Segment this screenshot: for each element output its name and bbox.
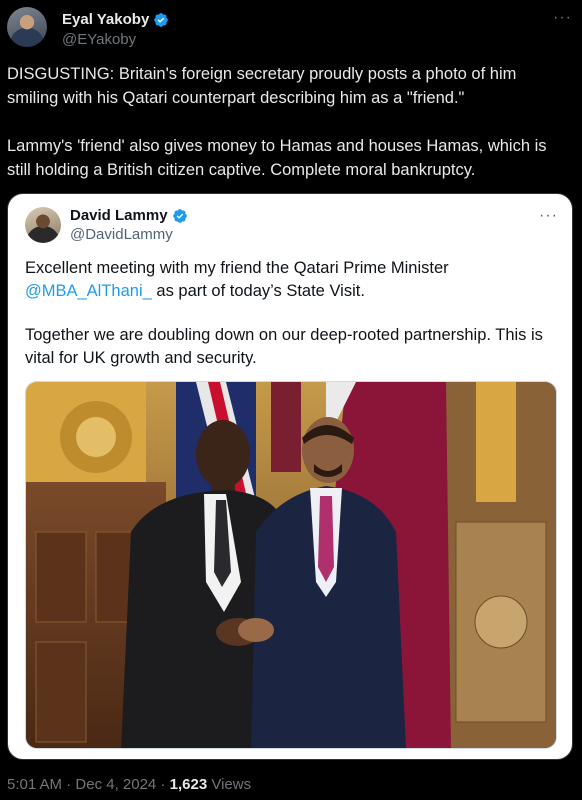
quoted-author-handle[interactable]: @DavidLammy (70, 226, 173, 243)
mention-link[interactable]: @MBA_AlThani_ (25, 282, 152, 300)
author-name[interactable]: Eyal Yakoby (62, 11, 149, 28)
quoted-author-avatar[interactable] (25, 207, 61, 243)
tweet-time[interactable]: 5:01 AM (7, 776, 62, 793)
quoted-author-name[interactable]: David Lammy (70, 207, 168, 224)
quoted-tweet[interactable]: David Lammy @DavidLammy ··· Excellent me… (7, 193, 573, 760)
quoted-line-2-text: as part of today’s State Visit. (151, 281, 365, 300)
views-label: Views (211, 776, 252, 793)
separator: · (160, 776, 166, 793)
verified-badge-icon (172, 208, 187, 223)
quoted-line-2: @MBA_AlThani_ as part of today’s State V… (25, 280, 565, 303)
author-name-row: Eyal Yakoby (62, 11, 169, 28)
views-count: 1,623 (169, 776, 208, 793)
more-horizontal-icon[interactable]: ··· (539, 207, 558, 225)
more-horizontal-icon[interactable]: ··· (553, 9, 572, 27)
verified-badge-icon (154, 12, 169, 27)
quoted-paragraph-2: Together we are doubling down on our dee… (25, 326, 543, 367)
author-handle[interactable]: @EYakoby (62, 31, 136, 48)
quoted-tweet-photo[interactable] (25, 381, 557, 749)
quoted-line-1: Excellent meeting with my friend the Qat… (25, 259, 449, 277)
quoted-author-name-row: David Lammy (70, 207, 188, 224)
author-avatar[interactable] (7, 7, 47, 47)
photo-illustration (26, 382, 556, 748)
tweet-header: Eyal Yakoby @EYakoby ··· (7, 7, 572, 49)
tweet-footer: 5:01 AM · Dec 4, 2024 · 1,623 Views (7, 776, 251, 793)
tweet-text: DISGUSTING: Britain's foreign secretary … (7, 65, 547, 179)
quoted-tweet-text: Excellent meeting with my friend the Qat… (25, 257, 565, 369)
tweet-date[interactable]: Dec 4, 2024 (75, 776, 156, 793)
separator: · (66, 776, 72, 793)
